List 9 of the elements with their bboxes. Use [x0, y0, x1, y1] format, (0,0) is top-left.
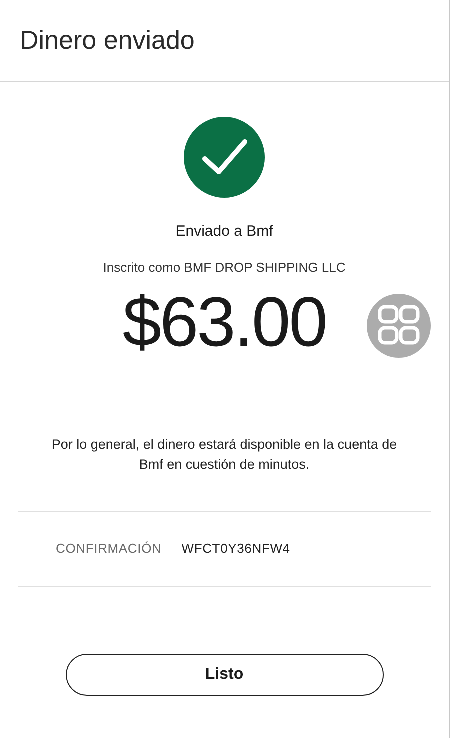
enrolled-name-text: Inscrito como BMF DROP SHIPPING LLC: [103, 258, 346, 276]
page-title: Dinero enviado: [20, 24, 195, 57]
confirmation-number: WFCT0Y36NFW4: [182, 540, 290, 558]
grid-icon: [378, 305, 420, 347]
amount-text: $63.00: [122, 287, 326, 357]
confirmation-label: CONFIRMACIÓN: [56, 540, 162, 558]
recipient-text: Enviado a Bmf: [176, 222, 274, 242]
availability-note: Por lo general, el dinero estará disponible en la cuenta de Bmf en cuestión de minutos.: [50, 436, 398, 474]
done-button[interactable]: Listo: [66, 654, 384, 696]
